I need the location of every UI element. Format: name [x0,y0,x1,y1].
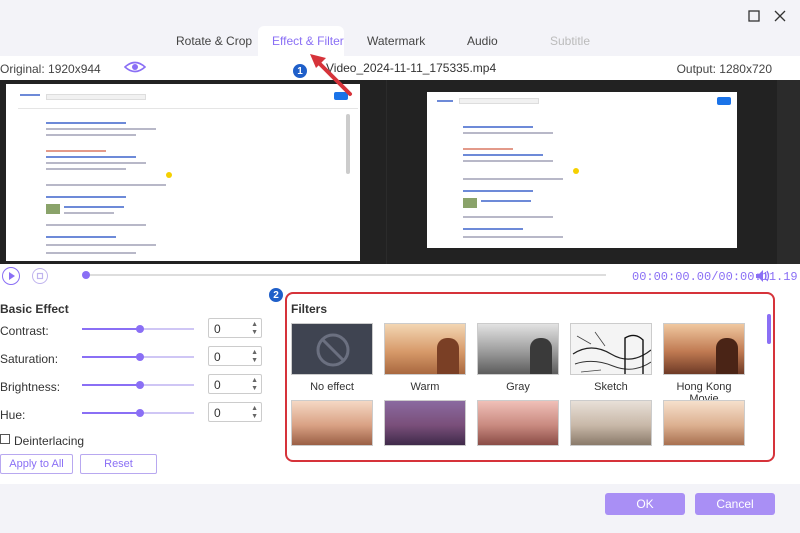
annotation-badge-1: 1 [292,63,308,79]
annotation-badge-2: 2 [268,287,284,303]
annotation-arrow [310,54,352,96]
